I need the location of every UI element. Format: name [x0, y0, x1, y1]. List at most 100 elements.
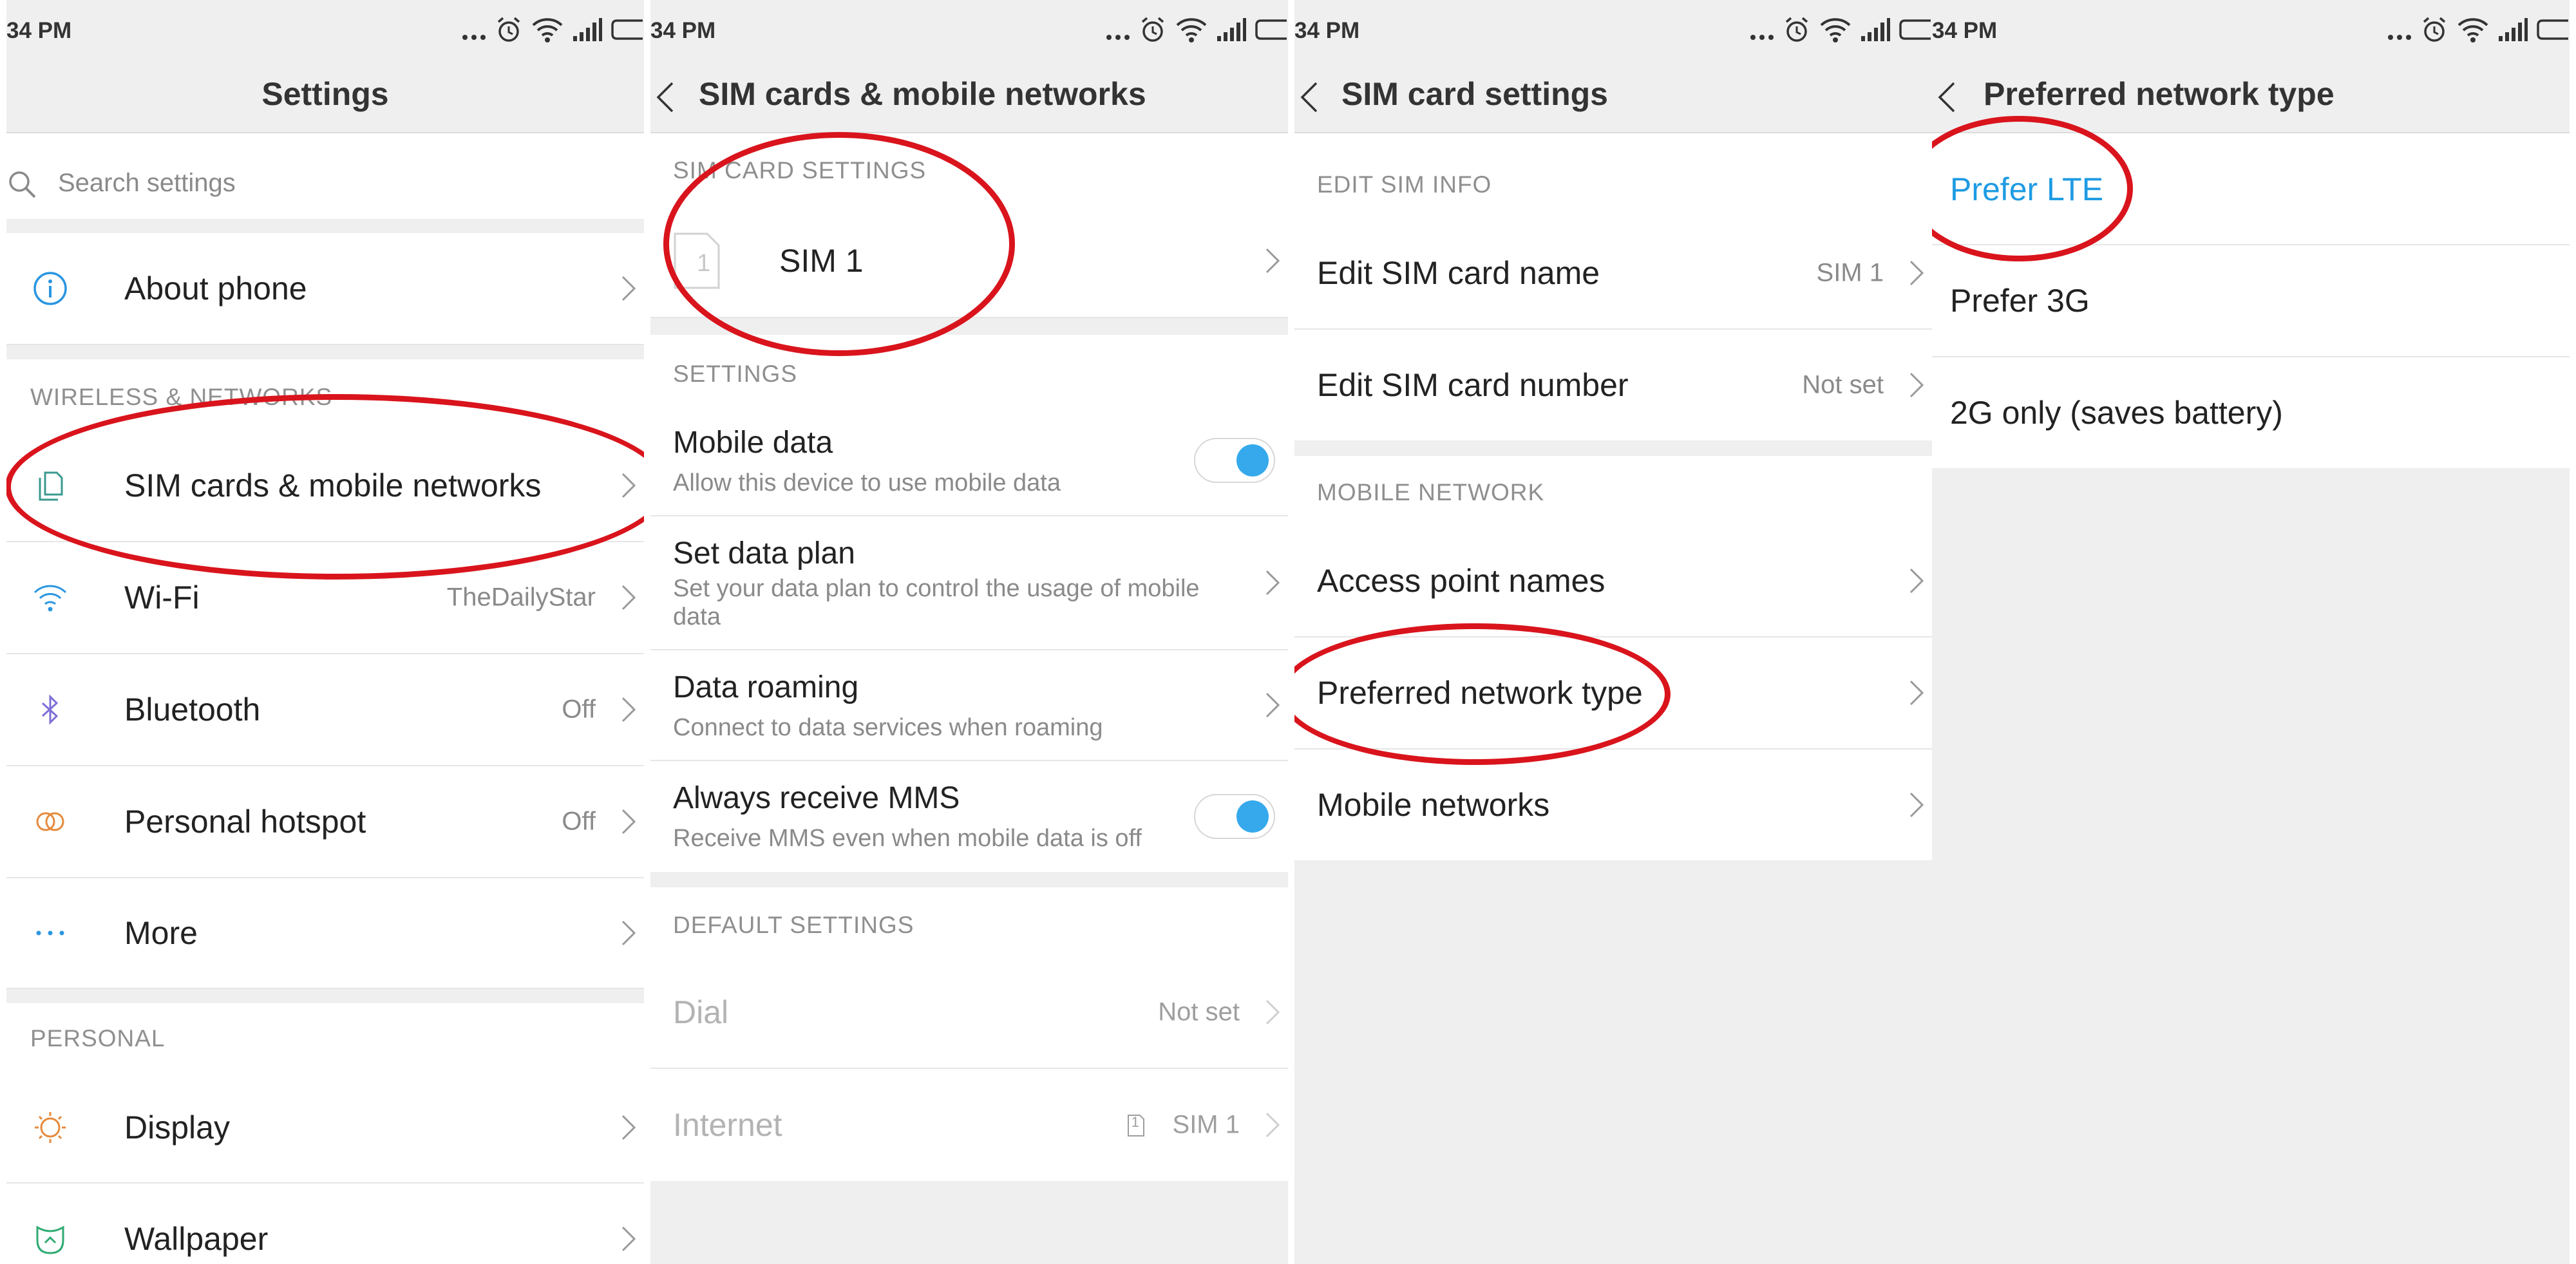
more-label: More	[124, 915, 198, 951]
section-header-mobile-network: MOBILE NETWORK	[1317, 479, 1545, 505]
sim-networks-screen: 34 PM SIM cards & mobile networks SIM CA…	[650, 0, 1288, 1264]
alarm-icon	[1141, 17, 1164, 42]
chevron-right-icon	[1265, 248, 1280, 274]
dial-value: Not set	[1158, 997, 1240, 1026]
2g-only-option[interactable]: 2G only (saves battery)	[1932, 357, 2570, 468]
wallpaper-item[interactable]: Wallpaper	[6, 1184, 644, 1264]
page-title: SIM cards & mobile networks	[699, 76, 1146, 112]
edit-sim-card-number-item[interactable]: Edit SIM card number Not set	[1294, 330, 1932, 440]
about-phone-item[interactable]: About phone	[6, 233, 644, 345]
chevron-right-icon	[1909, 680, 1924, 706]
personal-hotspot-label: Personal hotspot	[124, 804, 366, 840]
status-time: 34 PM	[650, 18, 716, 43]
search-icon	[9, 171, 36, 198]
internet-sim-number: 1	[1131, 1114, 1139, 1130]
set-data-plan-item[interactable]: Set data plan Set your data plan to cont…	[650, 516, 1288, 650]
personal-hotspot-value: Off	[562, 807, 596, 836]
divider	[6, 345, 644, 359]
edit-sim-card-number-label: Edit SIM card number	[1317, 367, 1629, 403]
alarm-icon	[497, 17, 520, 42]
chevron-right-icon	[621, 697, 636, 722]
chevron-right-icon	[621, 276, 636, 301]
chevron-right-icon	[1265, 570, 1280, 596]
chevron-right-icon	[1909, 568, 1924, 594]
always-receive-mms-toggle[interactable]	[1194, 794, 1275, 839]
data-roaming-item[interactable]: Data roaming Connect to data services wh…	[650, 650, 1288, 761]
mobile-data-item[interactable]: Mobile data Allow this device to use mob…	[650, 406, 1288, 516]
highlight-annotation	[1294, 623, 1671, 765]
wifi-value: TheDailyStar	[446, 583, 596, 612]
empty-area	[650, 1181, 1288, 1264]
divider	[1294, 440, 1932, 456]
sim-card-settings-screen: 34 PM SIM card settings EDIT SIM INFO Ed…	[1294, 0, 1932, 1264]
settings-screen: 34 PM Settings Search settings About pho…	[6, 0, 644, 1264]
status-time: 34 PM	[6, 18, 72, 43]
divider	[6, 219, 644, 233]
page-title: Preferred network type	[1984, 76, 2334, 112]
access-point-names-label: Access point names	[1317, 563, 1605, 599]
search-input[interactable]: Search settings	[58, 169, 236, 198]
internet-item[interactable]: Internet 1 SIM 1	[650, 1069, 1288, 1181]
toggle-knob	[1236, 800, 1269, 833]
set-data-plan-subtitle: Set your data plan to control the usage …	[673, 575, 1200, 630]
battery-icon	[1899, 19, 1931, 40]
data-roaming-subtitle: Connect to data services when roaming	[673, 714, 1103, 741]
status-bar: 34 PM	[1294, 0, 1932, 61]
back-arrow-icon[interactable]	[653, 79, 679, 115]
search-bar[interactable]: Search settings	[6, 148, 644, 219]
more-dots-icon	[1750, 35, 1774, 40]
page-title: SIM card settings	[1341, 76, 1608, 112]
chevron-right-icon	[1909, 260, 1924, 286]
personal-hotspot-item[interactable]: Personal hotspot Off	[6, 766, 644, 878]
divider	[650, 872, 1288, 887]
signal-icon	[573, 18, 602, 41]
app-header: SIM cards & mobile networks	[650, 61, 1288, 133]
always-receive-mms-item[interactable]: Always receive MMS Receive MMS even when…	[650, 761, 1288, 872]
status-icons	[1749, 17, 1932, 42]
back-arrow-icon[interactable]	[1935, 79, 1960, 115]
mobile-data-toggle[interactable]	[1194, 438, 1275, 483]
more-item[interactable]: More	[6, 878, 644, 989]
chevron-right-icon	[621, 1115, 636, 1140]
mobile-data-label: Mobile data	[673, 426, 833, 460]
wallpaper-label: Wallpaper	[124, 1221, 269, 1257]
back-arrow-icon[interactable]	[1297, 79, 1323, 115]
bluetooth-item[interactable]: Bluetooth Off	[6, 654, 644, 766]
hotspot-icon	[36, 812, 64, 831]
chevron-right-icon	[1265, 999, 1280, 1025]
always-receive-mms-subtitle: Receive MMS even when mobile data is off	[673, 825, 1142, 852]
prefer-3g-option[interactable]: Prefer 3G	[1932, 245, 2570, 357]
data-roaming-label: Data roaming	[673, 670, 859, 704]
bluetooth-value: Off	[562, 695, 596, 724]
bluetooth-label: Bluetooth	[124, 692, 261, 728]
preferred-network-type-screen: 34 PM Preferred network type Prefer LTE …	[1932, 0, 2570, 1264]
status-bar: 34 PM	[1932, 0, 2570, 61]
signal-icon	[1217, 18, 1246, 41]
about-phone-label: About phone	[124, 270, 307, 307]
app-header: SIM card settings	[1294, 61, 1932, 133]
dial-item[interactable]: Dial Not set	[650, 957, 1288, 1069]
toggle-knob	[1236, 444, 1269, 476]
info-icon	[33, 272, 67, 305]
edit-sim-card-name-label: Edit SIM card name	[1317, 255, 1600, 291]
alarm-icon	[2423, 17, 2446, 42]
wallpaper-icon	[36, 1225, 64, 1254]
edit-sim-card-name-item[interactable]: Edit SIM card name SIM 1	[1294, 218, 1932, 330]
wifi-label: Wi-Fi	[124, 580, 200, 616]
chevron-right-icon	[1265, 692, 1280, 718]
empty-area	[1932, 468, 2570, 1264]
chevron-right-icon	[621, 585, 636, 610]
signal-icon	[2499, 18, 2528, 41]
battery-icon	[2537, 19, 2568, 40]
section-header-edit-sim-info: EDIT SIM INFO	[1317, 171, 1492, 198]
more-dots-icon	[1106, 35, 1130, 40]
access-point-names-item[interactable]: Access point names	[1294, 525, 1932, 637]
dial-label: Dial	[673, 994, 729, 1030]
internet-value: SIM 1	[1172, 1110, 1240, 1139]
chevron-right-icon	[621, 1226, 636, 1252]
wifi-icon	[1820, 18, 1851, 42]
section-header-personal: PERSONAL	[30, 1025, 166, 1052]
prefer-3g-label: Prefer 3G	[1950, 283, 2090, 319]
display-item[interactable]: Display	[6, 1073, 644, 1184]
mobile-networks-item[interactable]: Mobile networks	[1294, 750, 1932, 860]
